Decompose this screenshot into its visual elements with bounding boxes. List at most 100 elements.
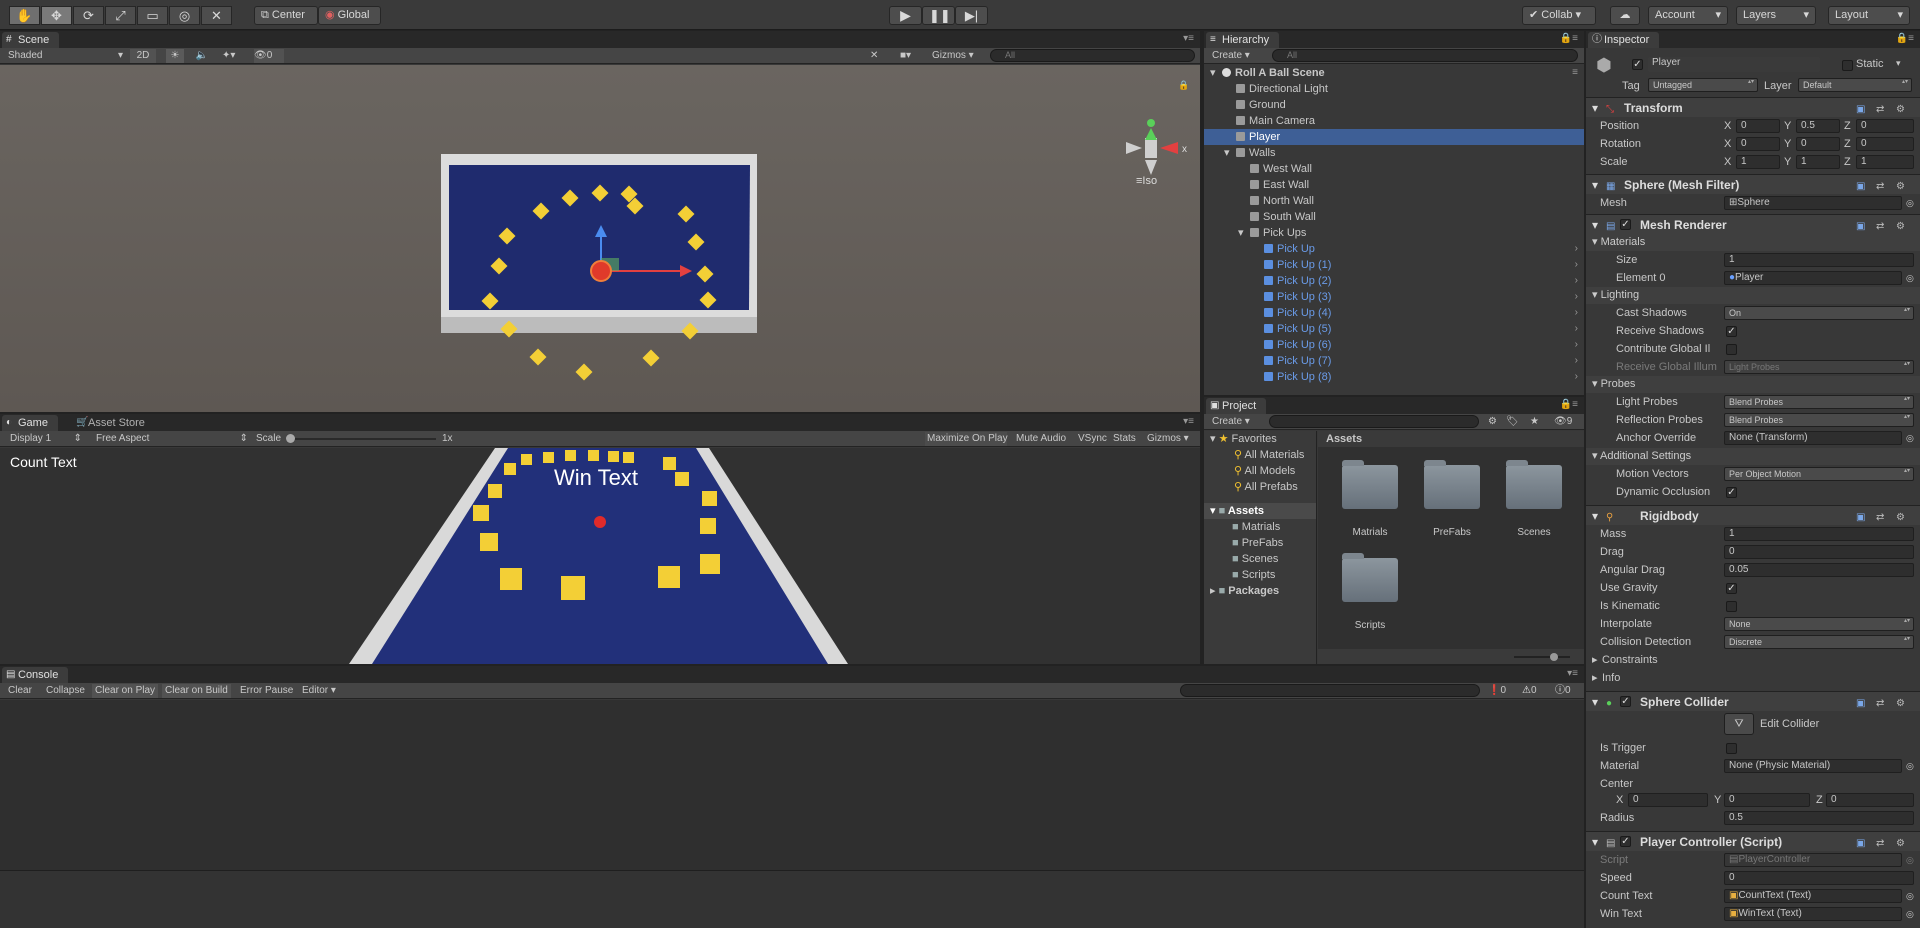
hierarchy-item[interactable]: Player — [1204, 129, 1584, 145]
prefab-open-arrow-icon[interactable]: › — [1575, 337, 1578, 353]
hierarchy-search-input[interactable]: All — [1272, 49, 1578, 62]
tab-hierarchy[interactable]: ≡ Hierarchy — [1206, 32, 1280, 48]
hierarchy-item[interactable]: Pick Up (7) › — [1204, 353, 1584, 369]
pivot-center-button[interactable]: ⧉ Center — [254, 6, 318, 25]
display-dropdown[interactable]: Display 1 ⇕ — [10, 432, 82, 446]
object-picker-icon[interactable]: ◎ — [1906, 757, 1914, 775]
hierarchy-item[interactable]: North Wall — [1204, 193, 1584, 209]
hand-tool-icon[interactable]: ✋ — [9, 6, 40, 25]
hierarchy-item[interactable]: Pick Up (6) › — [1204, 337, 1584, 353]
player-controller-enabled-checkbox[interactable]: ✓ — [1620, 836, 1631, 847]
prefab-open-arrow-icon[interactable]: › — [1575, 241, 1578, 257]
static-dropdown-icon[interactable]: ▾ — [1896, 58, 1901, 69]
scale-x-field[interactable]: 1 — [1736, 155, 1780, 169]
count-text-field[interactable]: ▣CountText (Text) — [1724, 889, 1902, 903]
hierarchy-create-dropdown[interactable]: Create ▾ — [1212, 49, 1250, 63]
filter-label-icon[interactable]: 🏷 — [1506, 415, 1519, 429]
sphere-collider-enabled-checkbox[interactable]: ✓ — [1620, 696, 1631, 707]
mesh-field[interactable]: ⊞Sphere — [1724, 196, 1902, 210]
hierarchy-item[interactable]: Pick Up (8) › — [1204, 369, 1584, 385]
rotation-x-field[interactable]: 0 — [1736, 137, 1780, 151]
rigidbody-header[interactable]: ▾ ⚲ Rigidbody ▣ ⇄ ⚙ — [1586, 505, 1920, 525]
audio-toggle-icon[interactable]: 🔈 — [194, 49, 210, 63]
scene-menu-icon[interactable]: ≡ — [1572, 65, 1578, 81]
play-button[interactable]: ▶ — [889, 6, 922, 25]
active-checkbox[interactable]: ✓ — [1632, 59, 1643, 70]
panel-menu-icon[interactable]: ▾≡ — [1567, 668, 1578, 679]
object-picker-icon[interactable]: ◎ — [1906, 905, 1914, 923]
collider-material-field[interactable]: None (Physic Material) — [1724, 759, 1902, 773]
tree-folder-matrials[interactable]: ■ Matrials — [1204, 519, 1316, 535]
scene-search-input[interactable]: All — [990, 49, 1195, 62]
collision-detection-dropdown[interactable]: Discrete — [1724, 635, 1914, 649]
panel-menu-icon[interactable]: 🔒≡ — [1560, 399, 1578, 410]
additional-settings-foldout[interactable]: ▾ Additional Settings — [1586, 448, 1920, 465]
cloud-button[interactable]: ☁ — [1610, 6, 1640, 25]
position-x-field[interactable]: 0 — [1736, 119, 1780, 133]
clear-button[interactable]: Clear — [8, 684, 32, 698]
hierarchy-item[interactable]: West Wall — [1204, 161, 1584, 177]
radius-field[interactable]: 0.5 — [1724, 811, 1914, 825]
expand-arrow-icon[interactable]: ▾ — [1238, 225, 1244, 241]
hierarchy-item[interactable]: ▾ Walls — [1204, 145, 1584, 161]
object-picker-icon[interactable]: ◎ — [1906, 269, 1914, 287]
prefab-open-arrow-icon[interactable]: › — [1575, 273, 1578, 289]
aspect-dropdown[interactable]: Free Aspect ⇕ — [96, 432, 248, 446]
assets-node[interactable]: ▾ ■ Assets — [1204, 503, 1316, 519]
probes-foldout[interactable]: ▾ Probes — [1586, 376, 1920, 393]
folder-prefabs-label[interactable]: PreFabs — [1412, 527, 1492, 538]
speed-field[interactable]: 0 — [1724, 871, 1914, 885]
receive-shadows-checkbox[interactable]: ✓ — [1726, 326, 1737, 337]
collab-dropdown[interactable]: ✔ Collab ▾ — [1522, 6, 1596, 25]
favorite-star-icon[interactable]: ★ — [1530, 415, 1539, 429]
angular-drag-field[interactable]: 0.05 — [1724, 563, 1914, 577]
tree-folder-scenes[interactable]: ■ Scenes — [1204, 551, 1316, 567]
scene-viewport[interactable]: x 🔒 ≡Iso — [0, 65, 1200, 412]
tab-console[interactable]: ▤ Console — [2, 667, 69, 683]
move-tool-icon[interactable]: ✥ — [41, 6, 72, 25]
fav-all-models[interactable]: ⚲ All Models — [1204, 463, 1316, 479]
cast-shadows-dropdown[interactable]: On — [1724, 306, 1914, 320]
hidden-packages-icon[interactable]: 👁9 — [1554, 415, 1572, 429]
center-x-field[interactable]: 0 — [1628, 793, 1708, 807]
pause-button[interactable]: ❚❚ — [922, 6, 955, 25]
hierarchy-item[interactable]: Pick Up (4) › — [1204, 305, 1584, 321]
prefab-open-arrow-icon[interactable]: › — [1575, 369, 1578, 385]
object-picker-icon[interactable]: ◎ — [1906, 429, 1914, 447]
edit-collider-button[interactable]: ⛛ — [1724, 713, 1754, 735]
folder-matrials-icon[interactable] — [1342, 460, 1398, 509]
camera-icon[interactable]: ■▾ — [900, 49, 922, 63]
expand-arrow-icon[interactable]: ▾ — [1210, 65, 1216, 81]
folder-scenes-icon[interactable] — [1506, 460, 1562, 509]
element0-field[interactable]: ●Player — [1724, 271, 1902, 285]
mesh-renderer-enabled-checkbox[interactable]: ✓ — [1620, 219, 1631, 230]
tab-asset-store[interactable]: 🛒 Asset Store — [72, 415, 155, 431]
expand-arrow-icon[interactable]: ▾ — [1224, 145, 1230, 161]
hidden-count-icon[interactable]: 👁0 — [254, 49, 284, 63]
hierarchy-item[interactable]: Pick Up (2) › — [1204, 273, 1584, 289]
layout-dropdown[interactable]: Layout ▾ — [1828, 6, 1910, 25]
hierarchy-item[interactable]: Pick Up (1) › — [1204, 257, 1584, 273]
account-dropdown[interactable]: Account ▾ — [1648, 6, 1728, 25]
panel-menu-icon[interactable]: ▾≡ — [1183, 416, 1194, 427]
tab-scene[interactable]: # Scene — [2, 32, 60, 48]
scale-tool-icon[interactable]: ⤢ — [105, 6, 136, 25]
lighting-toggle-icon[interactable]: ☀ — [166, 49, 184, 63]
transform-header[interactable]: ▾ ⤡ Transform ▣ ⇄ ⚙ — [1586, 97, 1920, 117]
use-gravity-checkbox[interactable]: ✓ — [1726, 583, 1737, 594]
tree-folder-scripts[interactable]: ■ Scripts — [1204, 567, 1316, 583]
custom-tool-icon[interactable]: ✕ — [201, 6, 232, 25]
panel-menu-icon[interactable]: 🔒≡ — [1896, 33, 1914, 44]
fav-all-materials[interactable]: ⚲ All Materials — [1204, 447, 1316, 463]
stats-toggle[interactable]: Stats — [1111, 432, 1139, 446]
project-create-dropdown[interactable]: Create ▾ — [1212, 415, 1250, 429]
game-viewport[interactable]: Count Text Win Text — [0, 448, 1200, 664]
dynamic-occlusion-checkbox[interactable]: ✓ — [1726, 487, 1737, 498]
anchor-override-field[interactable]: None (Transform) — [1724, 431, 1902, 445]
vsync-toggle[interactable]: VSync — [1076, 432, 1107, 446]
drag-field[interactable]: 0 — [1724, 545, 1914, 559]
materials-foldout[interactable]: ▾ Materials — [1586, 234, 1920, 251]
lighting-foldout[interactable]: ▾ Lighting — [1586, 287, 1920, 304]
mass-field[interactable]: 1 — [1724, 527, 1914, 541]
hierarchy-item[interactable]: East Wall — [1204, 177, 1584, 193]
